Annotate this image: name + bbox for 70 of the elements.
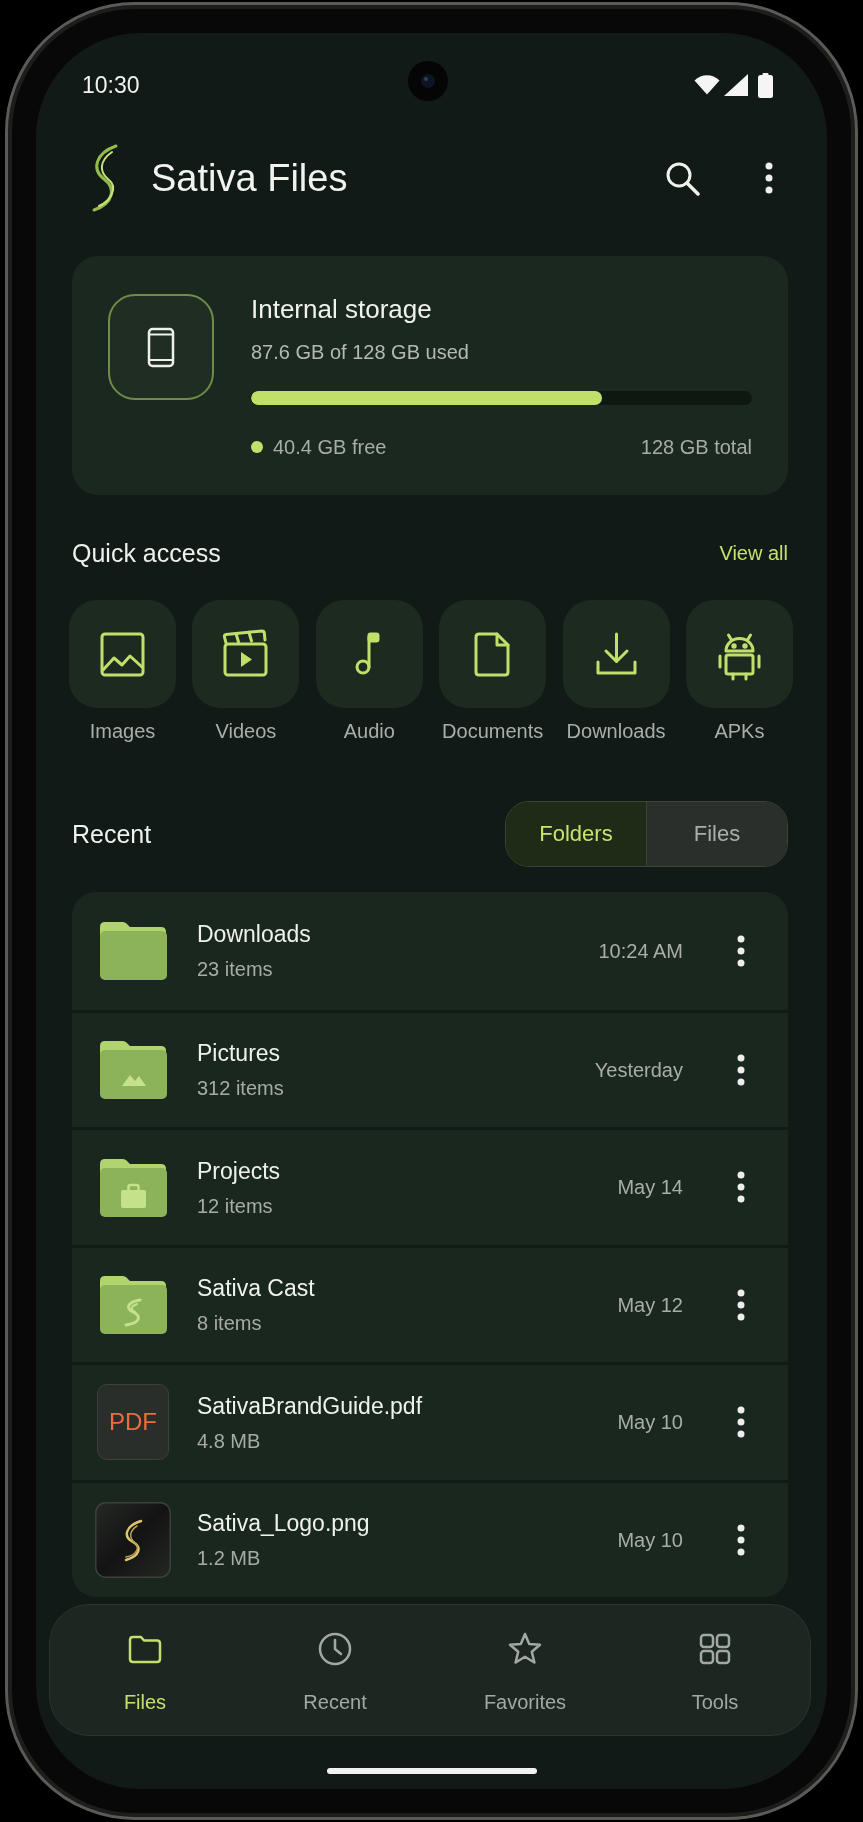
wifi-icon [694,75,720,95]
modified-date: 10:24 AM [598,938,683,963]
more-vertical-icon [737,1523,745,1556]
item-detail: 1.2 MB [197,1546,262,1571]
more-vertical-icon [737,934,745,967]
toggle-tab[interactable]: Folders [506,802,646,866]
file-name: Sativa_Logo.png [197,1509,371,1538]
battery-icon [758,72,773,98]
item-detail: 4.8 MB [197,1428,262,1453]
file-name: Pictures [197,1039,282,1068]
toggle-tab[interactable]: Files [646,802,787,866]
more-vertical-icon [737,1288,745,1321]
section-title: Quick access [72,538,221,568]
folder-icon [99,921,167,981]
free-space-text: 40.4 GB free [273,435,387,459]
file-name: Sativa Cast [197,1274,316,1303]
modified-date: May 12 [617,1292,683,1317]
modified-date: May 14 [617,1175,683,1200]
signal-icon [724,74,748,96]
search-icon [664,160,700,196]
picture-icon [69,600,176,708]
quick-access-button[interactable]: APKs [685,600,793,743]
download-icon [562,600,670,708]
app-title: Sativa Files [151,156,348,201]
list-row[interactable]: Downloads 23 items 10:24 AM [72,892,788,1010]
star-icon [507,1631,543,1667]
storage-usage-text: 87.6 GB of 128 GB used [251,340,470,364]
status-time: 10:30 [82,71,140,100]
file-type-thumbnail: PDF [97,1384,169,1461]
list-row[interactable]: PDF SativaBrandGuide.pdf 4.8 MB May 10 [72,1362,788,1480]
more-vertical-icon [765,162,773,194]
total-space-text: 128 GB total [640,435,752,459]
item-detail: 8 items [197,1311,263,1336]
modified-date: May 10 [617,1527,683,1552]
more-vertical-icon [737,1406,745,1439]
nav-tab[interactable]: Recent [303,1605,367,1714]
quick-access-button[interactable]: Downloads [562,600,670,743]
nav-tab[interactable]: Favorites [483,1605,567,1714]
clock-icon [317,1631,353,1667]
camera-lens-icon [407,61,448,101]
file-name: Downloads [197,920,312,949]
storage-title: Internal storage [251,294,433,324]
quick-access-button[interactable]: Videos [192,600,300,743]
quick-access-button[interactable]: Audio [315,600,423,743]
item-detail: 312 items [197,1076,285,1101]
document-icon [439,600,547,708]
folder-swirl-icon [99,1275,167,1335]
folder-briefcase-icon [99,1157,167,1217]
phone-icon [108,294,214,400]
music-note-icon [315,600,423,708]
clapperboard-icon [192,600,300,708]
quick-access-button[interactable]: Documents [439,600,547,743]
more-vertical-icon [737,1171,745,1204]
quick-access-button[interactable]: Images [69,600,176,743]
modified-date: Yesterday [594,1057,683,1082]
item-detail: 23 items [197,957,274,982]
file-name: SativaBrandGuide.pdf [197,1391,424,1420]
item-detail: 12 items [197,1193,274,1218]
list-row[interactable]: Projects 12 items May 14 [72,1127,788,1245]
nav-tab[interactable]: Files [123,1605,167,1714]
file-name: Projects [197,1156,282,1185]
robot-icon [685,600,793,708]
folder-mountain-icon [99,1040,167,1100]
grid-icon [697,1631,733,1667]
section-title: Recent [72,819,152,849]
modified-date: May 10 [617,1410,683,1435]
nav-tab[interactable]: Tools [691,1605,739,1714]
view-all-link[interactable]: View all [719,541,788,565]
legend-dot-icon [251,441,263,453]
more-vertical-icon [737,1053,745,1086]
